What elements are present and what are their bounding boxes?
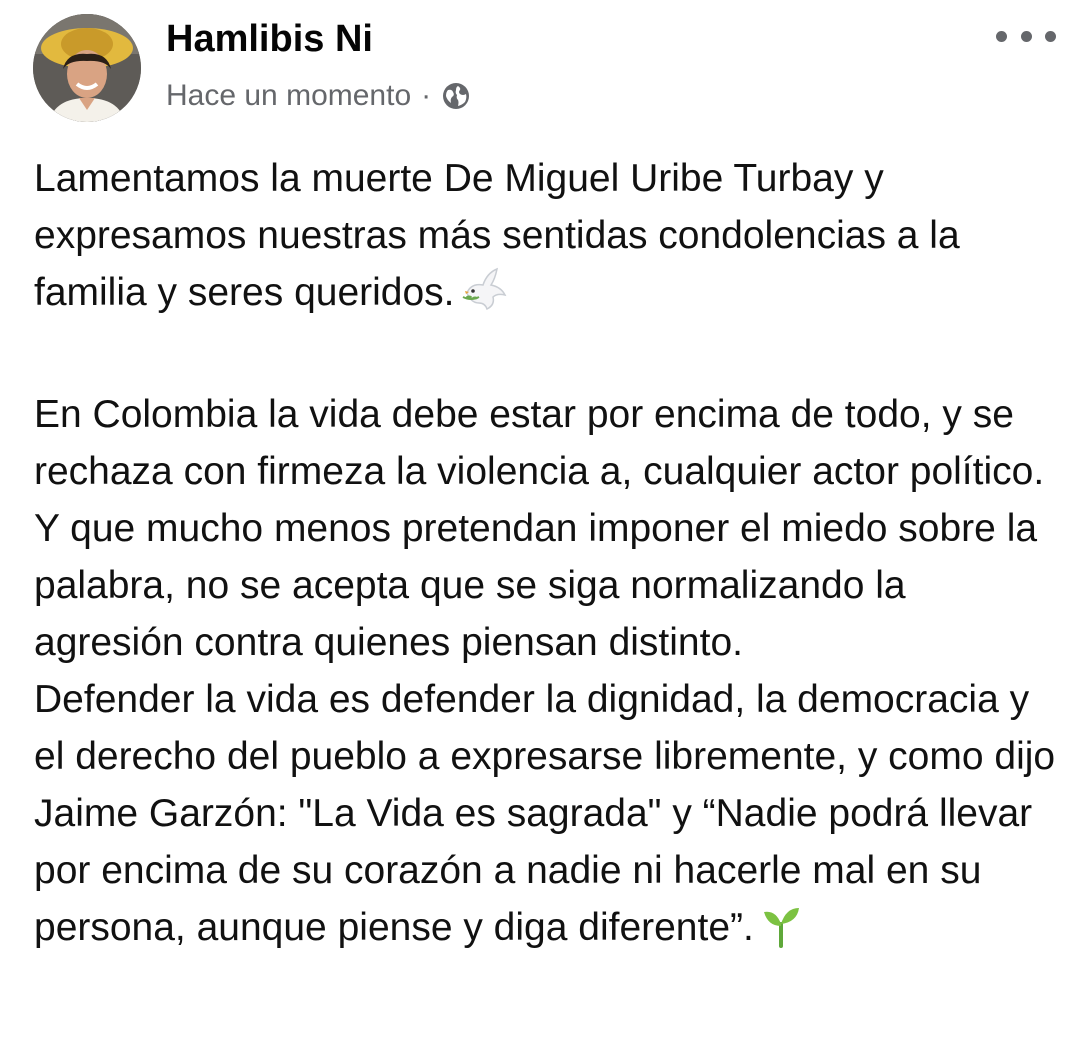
- more-options-button[interactable]: [996, 20, 1056, 52]
- avatar-photo: [33, 14, 141, 122]
- post-paragraph: Lamentamos la muerte De Miguel Uribe Tur…: [34, 150, 1064, 329]
- more-horizontal-icon: [996, 30, 1007, 42]
- seedling-icon: [760, 902, 802, 964]
- post-paragraph-text: Defender la vida es defender la dignidad…: [34, 678, 1056, 949]
- post-header: Hamlibis Ni Hace un momento ·: [0, 0, 1080, 130]
- avatar[interactable]: [33, 14, 141, 122]
- post-meta: Hace un momento ·: [166, 76, 471, 116]
- facebook-post: Hamlibis Ni Hace un momento · Lamentamos…: [0, 0, 1080, 1061]
- author-name[interactable]: Hamlibis Ni: [166, 16, 373, 62]
- post-body: Lamentamos la muerte De Miguel Uribe Tur…: [34, 150, 1064, 964]
- post-paragraph: En Colombia la vida debe estar por encim…: [34, 393, 1045, 664]
- post-timestamp[interactable]: Hace un momento: [166, 79, 411, 113]
- more-horizontal-icon-dot: [1020, 30, 1032, 42]
- dove-icon: [461, 267, 509, 329]
- meta-separator: ·: [421, 79, 432, 112]
- more-horizontal-icon-dot: [1045, 30, 1056, 42]
- post-paragraph: Defender la vida es defender la dignidad…: [34, 671, 1064, 964]
- globe-icon[interactable]: [441, 81, 471, 111]
